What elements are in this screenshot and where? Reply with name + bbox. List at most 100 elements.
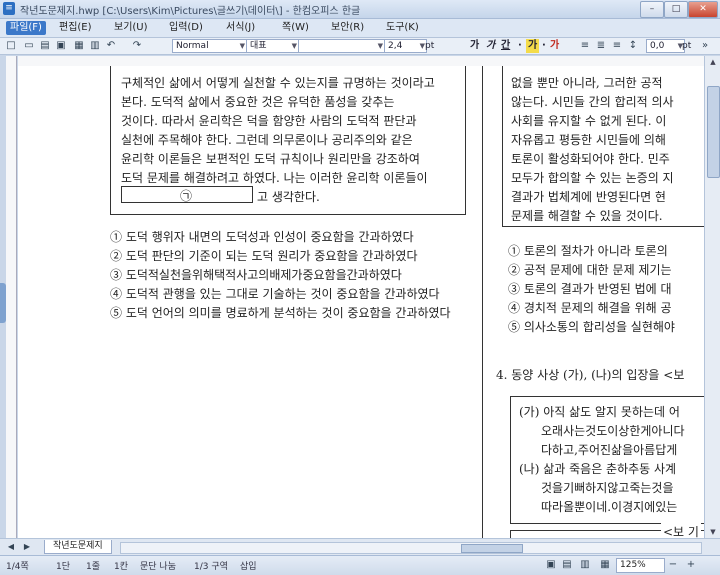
font-color-button[interactable]: 가 (550, 39, 559, 53)
new-doc-icon[interactable]: □ (4, 39, 18, 53)
column-divider (482, 66, 483, 538)
menu-format[interactable]: 서식(J) (222, 21, 259, 35)
spacing-unit: pt (682, 41, 692, 51)
scroll-down-icon[interactable]: ▼ (705, 526, 720, 538)
align-justify-icon[interactable]: ≡ (578, 39, 592, 53)
menu-view[interactable]: 보기(U) (110, 21, 152, 35)
passage-line-tail: 고 생각한다. (257, 190, 320, 204)
preview-icon[interactable]: ▥ (88, 39, 102, 53)
view-outline-icon[interactable]: ▦ (598, 558, 612, 572)
scroll-thumb[interactable] (707, 86, 720, 178)
horizontal-scrollbar[interactable] (120, 542, 702, 554)
redo-icon[interactable]: ↷ (130, 39, 144, 53)
fmt-sep-2: · (542, 40, 546, 51)
scroll-up-icon[interactable]: ▲ (705, 56, 720, 68)
maximize-button[interactable]: □ (664, 1, 688, 18)
tab-prev-icon[interactable]: ◀ (4, 540, 18, 554)
passage-line: 따라올뿐이네.이경지에있는 (541, 500, 678, 514)
question-4-box: (가) 아직 삶도 알지 못하는데 어 오래사는것도이상한게아니다 다하고,주어… (510, 396, 704, 524)
passage-line: 없을 뿐만 아니라, 그러한 공적 (511, 76, 663, 90)
passage-line: 문제를 해결할 수 있을 것이다. (511, 209, 663, 223)
option-1: ① 도덕 행위자 내면의 도덕성과 인성이 중요함을 간과하였다 (110, 230, 414, 244)
view-web-icon[interactable]: ▥ (578, 558, 592, 572)
passage-line: 실천에 주목해야 한다. 그런데 의무론이나 공리주의와 같은 (121, 133, 413, 147)
folder-icon[interactable]: ▤ (38, 39, 52, 53)
blank-box: ㉠ (121, 186, 253, 203)
status-page: 1/4쪽 (6, 562, 29, 572)
style-select[interactable]: Normal ▼ (172, 39, 247, 53)
bogi-label: <보 기 (661, 523, 701, 538)
zoom-select[interactable]: 125% (616, 558, 665, 573)
view-normal-icon[interactable]: ▣ (544, 558, 558, 572)
passage-line: 본다. 도덕적 삶에서 중요한 것은 유덕한 품성을 갖추는 (121, 95, 395, 109)
underline-button[interactable]: 간 (501, 39, 510, 53)
save-icon[interactable]: ▣ (54, 39, 68, 53)
passage-line: 다하고,주어진삶을아름답게 (541, 443, 678, 457)
zoom-value: 125% (620, 560, 646, 570)
option-2: ② 도덕 판단의 기준이 되는 도덕 원리가 중요함을 간과하였다 (110, 249, 418, 263)
side-panel-handle[interactable] (0, 283, 6, 323)
right-option-3: ③ 토론의 결과가 반영된 법에 대 (508, 282, 672, 296)
menu-insert[interactable]: 입력(D) (165, 21, 207, 35)
right-option-2: ② 공적 문제에 대한 문제 제기는 (508, 263, 672, 277)
menu-page[interactable]: 쪽(W) (278, 21, 313, 35)
toolbar: □ ▭ ▤ ▣ ▦ ▥ ↶ ↷ Normal ▼ 대표 ▼ ▼ 2,4 ▼ pt 가 … (0, 38, 720, 55)
align-left-icon[interactable]: ≣ (594, 39, 608, 53)
menu-bar: 파일(F) 편집(E) 보기(U) 입력(D) 서식(J) 쪽(W) 보안(R)… (0, 19, 720, 38)
zoom-in-icon[interactable]: + (684, 558, 698, 572)
passage-line: 결과가 법체계에 반영된다면 현 (511, 190, 666, 204)
passage-line: 사회를 유지할 수 없게 된다. 이 (511, 114, 667, 128)
document-page[interactable]: 구체적인 삶에서 어떻게 실천할 수 있는지를 규명하는 것이라고 본다. 도덕… (18, 66, 704, 538)
line-spacing-icon[interactable]: ↕ (626, 39, 640, 53)
zoom-out-icon[interactable]: − (666, 558, 680, 572)
vertical-scrollbar[interactable]: ▲ ▼ (704, 56, 720, 538)
passage-line: 도덕 문제를 해결하려고 하였다. 나는 이러한 윤리학 이론들이 (121, 171, 428, 185)
print-icon[interactable]: ▦ (72, 39, 86, 53)
hscroll-thumb[interactable] (461, 544, 523, 553)
document-tab-bar: ◀ ▶ 작년도문제지 (0, 538, 720, 555)
menu-tools[interactable]: 도구(K) (382, 21, 423, 35)
bold-button[interactable]: 가 (470, 39, 479, 53)
option-5: ⑤ 도덕 언어의 의미를 명료하게 분석하는 것이 중요함을 간과하였다 (110, 306, 451, 320)
style-value: Normal (176, 41, 209, 51)
close-button[interactable]: ✕ (688, 1, 718, 18)
font-size-select[interactable]: 2,4 ▼ (384, 39, 427, 53)
size-unit: pt (425, 41, 435, 51)
passage-box-left: 구체적인 삶에서 어떻게 실천할 수 있는지를 규명하는 것이라고 본다. 도덕… (110, 66, 466, 215)
tab-document[interactable]: 작년도문제지 (44, 540, 112, 554)
minimize-button[interactable]: – (640, 1, 664, 18)
passage-line: 윤리학 이론들은 보편적인 도덕 규칙이나 원리만을 강조하여 (121, 152, 420, 166)
passage-line: (가) 아직 삶도 알지 못하는데 어 (519, 405, 680, 419)
view-page-icon[interactable]: ▤ (560, 558, 574, 572)
question-4-heading: 4. 동양 사상 (가), (나)의 입장을 <보 (496, 368, 685, 382)
passage-line: 토론이 활성화되어야 한다. 민주 (511, 152, 670, 166)
status-section: 1단 (56, 562, 71, 572)
font-lang-select[interactable]: 대표 ▼ (246, 39, 299, 53)
more-icon[interactable]: » (698, 39, 712, 53)
status-area: 1/3 구역 (194, 562, 228, 572)
menu-security[interactable]: 보안(R) (327, 21, 368, 35)
spacing-select[interactable]: 0,0 ▼ (646, 39, 685, 53)
open-icon[interactable]: ▭ (22, 39, 36, 53)
menu-edit[interactable]: 편집(E) (55, 21, 96, 35)
menu-file[interactable]: 파일(F) (6, 21, 46, 35)
passage-line: 모두가 합의할 수 있는 논증의 지 (511, 171, 674, 185)
title-bar: ≡ 작년도문제지.hwp [C:\Users\Kim\Pictures\글쓰기\… (0, 0, 720, 19)
vertical-ruler[interactable] (6, 56, 17, 538)
tab-next-icon[interactable]: ▶ (20, 540, 34, 554)
font-size-value: 2,4 (388, 41, 403, 51)
status-mode: 삽입 (240, 562, 257, 572)
passage-line: 것을기뻐하지않고죽는것을 (541, 481, 674, 495)
align-center-icon[interactable]: ≡ (610, 39, 624, 53)
spacing-value: 0,0 (650, 41, 665, 51)
blank-marker: ㉠ (180, 189, 193, 203)
passage-line: 것이다. 따라서 윤리학은 덕을 함양한 사람의 도덕적 판단과 (121, 114, 417, 128)
undo-icon[interactable]: ↶ (104, 39, 118, 53)
highlight-button[interactable]: 가 (526, 39, 540, 53)
status-line: 1줄 (86, 562, 101, 572)
passage-line: 구체적인 삶에서 어떻게 실천할 수 있는지를 규명하는 것이라고 (121, 76, 435, 90)
italic-button[interactable]: 가 (486, 39, 495, 53)
passage-line: 오래사는것도이상한게아니다 (541, 424, 685, 438)
font-select[interactable]: ▼ (298, 39, 385, 53)
doc-icon[interactable]: ≡ (3, 2, 15, 15)
